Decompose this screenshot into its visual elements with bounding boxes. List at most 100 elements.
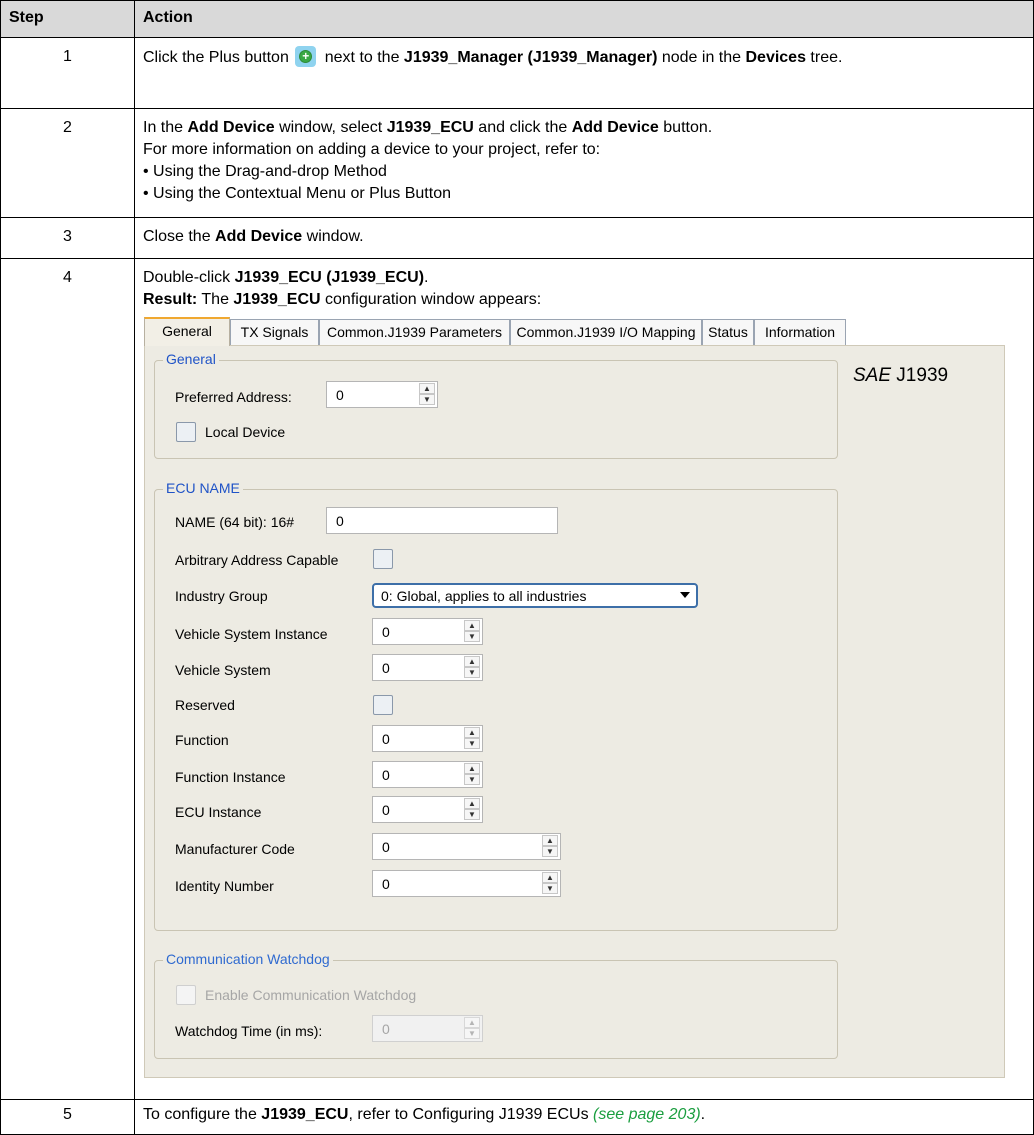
sae-j1939-label: SAE J1939: [853, 364, 948, 388]
ecu-instance-stepper[interactable]: 0 ▲ ▼: [372, 796, 483, 823]
step-action: To configure the J1939_ECU, refer to Con…: [134, 1099, 1034, 1135]
tab-common-j1939-io-mapping[interactable]: Common.J1939 I/O Mapping: [510, 319, 702, 346]
tab-status[interactable]: Status: [702, 319, 754, 346]
watchdog-time-stepper[interactable]: 0 ▲ ▼: [372, 1015, 483, 1042]
step-bold: J1939_Manager (J1939_Manager): [403, 49, 658, 66]
table-row: 4 Double-click J1939_ECU (J1939_ECU). Re…: [0, 258, 1034, 1100]
step-bold: Add Device: [187, 119, 275, 136]
manufacturer-code-stepper[interactable]: 0 ▲ ▼: [372, 833, 561, 860]
step-bold: Result:: [143, 291, 198, 308]
spin-value: 0: [382, 839, 390, 855]
table-row: 2 In the Add Device window, select J1939…: [0, 108, 1034, 218]
vehicle-system-instance-stepper[interactable]: 0 ▲ ▼: [372, 618, 483, 645]
spin-down-icon[interactable]: ▼: [542, 846, 558, 857]
spin-buttons: ▲ ▼: [464, 656, 480, 679]
watchdog-time-label: Watchdog Time (in ms):: [175, 1023, 323, 1039]
step-number: 2: [0, 108, 135, 218]
spin-buttons: ▲ ▼: [419, 383, 435, 406]
group-title: Communication Watchdog: [163, 950, 333, 968]
vehicle-system-label: Vehicle System: [175, 662, 271, 678]
local-device-checkbox[interactable]: [176, 422, 196, 442]
group-title: General: [163, 350, 219, 368]
spin-buttons: ▲ ▼: [542, 835, 558, 858]
step-bold: J1939_ECU: [233, 291, 321, 308]
enable-watchdog-label[interactable]: Enable Communication Watchdog: [205, 986, 416, 1004]
identity-number-stepper[interactable]: 0 ▲ ▼: [372, 870, 561, 897]
step-bold: Add Device: [215, 228, 303, 245]
spin-value: 0: [382, 624, 390, 640]
step-text: window.: [302, 228, 364, 245]
spin-buttons: ▲ ▼: [464, 763, 480, 786]
function-instance-stepper[interactable]: 0 ▲ ▼: [372, 761, 483, 788]
spin-up-icon[interactable]: ▲: [464, 656, 480, 667]
reserved-label: Reserved: [175, 697, 235, 713]
see-page-link[interactable]: (see page 203): [593, 1106, 701, 1123]
spin-up-icon[interactable]: ▲: [419, 383, 435, 394]
table-row: 1 Click the Plus button next to the J193…: [0, 37, 1034, 109]
table-header-row: Step Action: [0, 0, 1034, 38]
step-text: button.: [658, 119, 713, 136]
spin-up-icon[interactable]: ▲: [464, 1017, 480, 1028]
vehicle-system-instance-label: Vehicle System Instance: [175, 626, 328, 642]
spin-down-icon[interactable]: ▼: [464, 1028, 480, 1039]
spin-down-icon[interactable]: ▼: [464, 667, 480, 678]
plus-button-icon: [295, 46, 317, 67]
spin-down-icon[interactable]: ▼: [464, 738, 480, 749]
step-text: window, select: [274, 119, 387, 136]
spin-up-icon[interactable]: ▲: [542, 835, 558, 846]
step-text: and click the: [473, 119, 572, 136]
vehicle-system-stepper[interactable]: 0 ▲ ▼: [372, 654, 483, 681]
step-text: .: [700, 1106, 706, 1123]
arbitrary-address-checkbox[interactable]: [373, 549, 393, 569]
table-row: 3 Close the Add Device window.: [0, 217, 1034, 259]
ecu-instance-label: ECU Instance: [175, 804, 262, 820]
spin-down-icon[interactable]: ▼: [464, 774, 480, 785]
spin-buttons: ▲ ▼: [542, 872, 558, 895]
step-line: In the Add Device window, select J1939_E…: [143, 117, 1023, 139]
step-text: tree.: [805, 49, 843, 66]
sae-rest: J1939: [891, 365, 949, 386]
step-number: 1: [0, 37, 135, 109]
spin-value: 0: [382, 767, 390, 783]
function-stepper[interactable]: 0 ▲ ▼: [372, 725, 483, 752]
industry-group-label: Industry Group: [175, 588, 268, 604]
spin-buttons: ▲ ▼: [464, 1017, 480, 1040]
step-link-item[interactable]: • Using the Drag-and-drop Method: [143, 161, 1023, 183]
step-bold: J1939_ECU (J1939_ECU): [234, 269, 425, 286]
spin-up-icon[interactable]: ▲: [464, 763, 480, 774]
local-device-label[interactable]: Local Device: [205, 423, 285, 441]
spin-up-icon[interactable]: ▲: [464, 620, 480, 631]
tab-general[interactable]: General: [144, 317, 230, 346]
spin-down-icon[interactable]: ▼: [464, 809, 480, 820]
step-line: Result: The J1939_ECU configuration wind…: [143, 289, 1023, 311]
input-value: 0: [336, 513, 344, 529]
tab-common-j1939-parameters[interactable]: Common.J1939 Parameters: [319, 319, 510, 346]
spin-up-icon[interactable]: ▲: [464, 798, 480, 809]
tab-tx-signals[interactable]: TX Signals: [230, 319, 319, 346]
spin-value: 0: [382, 876, 390, 892]
identity-number-label: Identity Number: [175, 878, 274, 894]
arbitrary-address-label: Arbitrary Address Capable: [175, 552, 339, 568]
step-text: .: [424, 269, 429, 286]
spin-down-icon[interactable]: ▼: [464, 631, 480, 642]
tab-information[interactable]: Information: [754, 319, 846, 346]
header-action: Action: [134, 0, 1034, 38]
step-text: Click the Plus button: [143, 49, 289, 66]
spin-down-icon[interactable]: ▼: [542, 883, 558, 894]
header-step: Step: [0, 0, 135, 38]
name-input[interactable]: 0: [326, 507, 558, 534]
spin-down-icon[interactable]: ▼: [419, 394, 435, 405]
step-action: Double-click J1939_ECU (J1939_ECU). Resu…: [134, 258, 1034, 1100]
enable-watchdog-checkbox[interactable]: [176, 985, 196, 1005]
preferred-address-stepper[interactable]: 0 ▲ ▼: [326, 381, 438, 408]
reserved-checkbox[interactable]: [373, 695, 393, 715]
step-line: For more information on adding a device …: [143, 141, 601, 158]
industry-group-select[interactable]: 0: Global, applies to all industries: [372, 583, 698, 608]
step-text: configuration window appears:: [320, 291, 542, 308]
spin-up-icon[interactable]: ▲: [464, 727, 480, 738]
spin-up-icon[interactable]: ▲: [542, 872, 558, 883]
step-action: In the Add Device window, select J1939_E…: [134, 108, 1034, 218]
step-text: The: [197, 291, 234, 308]
step-link-item[interactable]: • Using the Contextual Menu or Plus Butt…: [143, 183, 1023, 205]
step-text: , refer to Configuring J1939 ECUs: [348, 1106, 594, 1123]
